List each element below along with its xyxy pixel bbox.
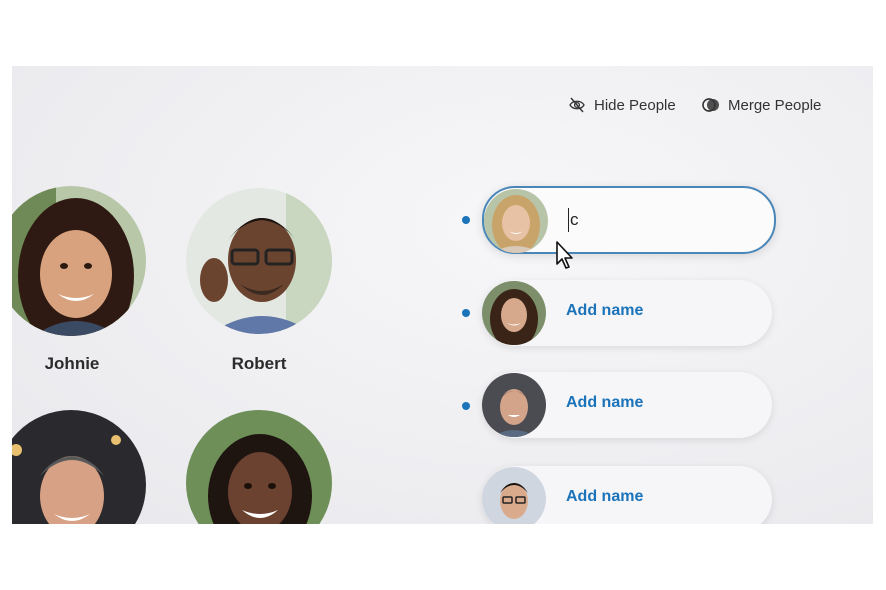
add-name-link[interactable]: Add name xyxy=(566,488,643,506)
name-row[interactable]: Add name xyxy=(482,280,772,346)
name-input[interactable] xyxy=(564,206,690,234)
merge-people-icon xyxy=(702,96,720,114)
row-avatar xyxy=(484,189,548,253)
name-row-active[interactable] xyxy=(482,186,776,254)
avatar[interactable] xyxy=(186,188,332,334)
person-name: Robert xyxy=(231,354,287,373)
name-row[interactable]: Add name xyxy=(482,466,772,524)
hide-people-button[interactable]: Hide People xyxy=(568,96,676,114)
row-avatar xyxy=(482,281,546,345)
row-avatar xyxy=(482,467,546,524)
merge-people-label: Merge People xyxy=(728,96,822,114)
hide-people-label: Hide People xyxy=(594,96,676,114)
name-row[interactable]: Add name xyxy=(482,372,772,438)
person-name: Johnie xyxy=(44,354,100,373)
unread-dot xyxy=(462,216,470,224)
unread-dot xyxy=(462,309,470,317)
row-avatar xyxy=(482,373,546,437)
mouse-pointer-icon xyxy=(555,240,575,275)
add-name-link[interactable]: Add name xyxy=(566,394,643,412)
hide-people-icon xyxy=(568,96,586,114)
avatar[interactable] xyxy=(12,410,146,524)
people-panel: Hide People Merge People Johnie Robert c… xyxy=(12,66,873,524)
add-name-link[interactable]: Add name xyxy=(566,302,643,320)
unread-dot xyxy=(462,402,470,410)
avatar[interactable] xyxy=(186,410,332,524)
merge-people-button[interactable]: Merge People xyxy=(702,96,821,114)
avatar[interactable] xyxy=(12,186,146,336)
